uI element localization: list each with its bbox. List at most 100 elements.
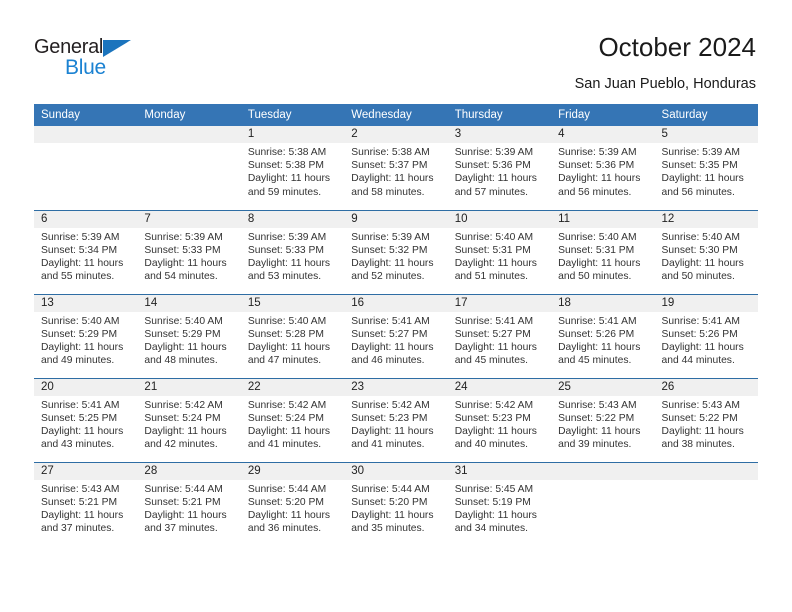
calendar-day-cell[interactable]: 15 Sunrise: 5:40 AM Sunset: 5:28 PM Dayligh… xyxy=(240,293,345,378)
day-detail-daylight2: and 43 minutes. xyxy=(41,439,115,451)
calendar-day-cell[interactable]: 20 Sunrise: 5:41 AM Sunset: 5:25 PM Dayligh… xyxy=(34,377,138,462)
calendar-page: General Blue October 2024 San Juan Puebl… xyxy=(0,0,792,612)
calendar-header-row: Sunday Monday Tuesday Wednesday Thursday… xyxy=(34,104,758,126)
calendar-day-cell[interactable]: 17 Sunrise: 5:41 AM Sunset: 5:27 PM Dayligh… xyxy=(447,293,552,378)
day-detail-sunset: Sunset: 5:19 PM xyxy=(454,496,531,508)
calendar-day-cell[interactable]: 29 Sunrise: 5:44 AM Sunset: 5:20 PM Dayligh… xyxy=(240,461,345,546)
day-detail-daylight2: and 37 minutes. xyxy=(144,523,218,535)
calendar-day-cell[interactable]: 3 Sunrise: 5:39 AM Sunset: 5:36 PM Daylight… xyxy=(447,126,552,210)
calendar-week-row: 1 Sunrise: 5:38 AM Sunset: 5:38 PM Daylight… xyxy=(34,126,758,210)
day-detail-daylight2: and 40 minutes. xyxy=(454,439,528,451)
day-cell-content: 14 Sunrise: 5:40 AM Sunset: 5:29 PM Dayligh… xyxy=(137,294,241,378)
day-detail-sunset: Sunset: 5:27 PM xyxy=(351,328,428,340)
day-number xyxy=(551,462,655,480)
day-detail-daylight1: Daylight: 11 hours xyxy=(558,173,641,185)
day-number: 24 xyxy=(447,378,552,396)
day-cell-content: 19 Sunrise: 5:41 AM Sunset: 5:26 PM Dayligh… xyxy=(654,294,758,378)
calendar-day-cell[interactable]: 30 Sunrise: 5:44 AM Sunset: 5:20 PM Dayligh… xyxy=(344,461,448,546)
calendar-day-cell[interactable]: 9 Sunrise: 5:39 AM Sunset: 5:32 PM Daylight… xyxy=(344,209,448,294)
day-detail-daylight1: Daylight: 11 hours xyxy=(144,509,227,521)
day-detail-sunrise: Sunrise: 5:41 AM xyxy=(351,315,430,327)
calendar-day-cell[interactable]: 10 Sunrise: 5:40 AM Sunset: 5:31 PM Dayligh… xyxy=(447,209,552,294)
day-details: Sunrise: 5:42 AM Sunset: 5:24 PM Daylight:… xyxy=(137,396,240,452)
day-detail-daylight2: and 34 minutes. xyxy=(454,523,528,535)
day-number: 2 xyxy=(344,126,448,143)
calendar-day-cell[interactable]: 2 Sunrise: 5:38 AM Sunset: 5:37 PM Daylight… xyxy=(344,126,448,210)
calendar-day-cell[interactable]: 19 Sunrise: 5:41 AM Sunset: 5:26 PM Dayligh… xyxy=(654,293,758,378)
calendar-day-cell xyxy=(654,461,758,546)
day-number: 6 xyxy=(34,210,138,228)
day-detail-daylight2: and 53 minutes. xyxy=(247,271,322,283)
day-number: 29 xyxy=(240,462,345,480)
day-detail-daylight2: and 55 minutes. xyxy=(41,271,115,283)
calendar-day-cell[interactable]: 14 Sunrise: 5:40 AM Sunset: 5:29 PM Dayligh… xyxy=(137,293,241,378)
day-number: 16 xyxy=(344,294,448,312)
day-details: Sunrise: 5:44 AM Sunset: 5:20 PM Daylight:… xyxy=(241,480,344,536)
day-detail-daylight2: and 46 minutes. xyxy=(351,355,425,367)
calendar-day-cell[interactable]: 25 Sunrise: 5:43 AM Sunset: 5:22 PM Dayligh… xyxy=(551,377,655,462)
day-detail-sunset: Sunset: 5:24 PM xyxy=(247,412,324,424)
calendar-day-cell[interactable]: 6 Sunrise: 5:39 AM Sunset: 5:34 PM Daylight… xyxy=(34,209,138,294)
day-detail-sunrise: Sunrise: 5:41 AM xyxy=(558,315,637,327)
day-detail-daylight2: and 44 minutes. xyxy=(661,355,735,367)
day-detail-sunset: Sunset: 5:33 PM xyxy=(247,244,324,256)
day-detail-sunrise: Sunrise: 5:41 AM xyxy=(41,399,120,411)
calendar-day-cell[interactable]: 8 Sunrise: 5:39 AM Sunset: 5:33 PM Daylight… xyxy=(240,209,345,294)
calendar-day-cell[interactable]: 24 Sunrise: 5:42 AM Sunset: 5:23 PM Dayligh… xyxy=(447,377,552,462)
day-detail-sunrise: Sunrise: 5:43 AM xyxy=(41,483,120,495)
day-cell-content: 10 Sunrise: 5:40 AM Sunset: 5:31 PM Dayligh… xyxy=(447,210,552,294)
calendar-day-cell[interactable]: 22 Sunrise: 5:42 AM Sunset: 5:24 PM Dayligh… xyxy=(240,377,345,462)
day-detail-sunrise: Sunrise: 5:39 AM xyxy=(454,147,534,158)
day-detail-sunset: Sunset: 5:26 PM xyxy=(661,328,738,340)
day-detail-sunrise: Sunrise: 5:40 AM xyxy=(144,315,223,327)
day-detail-sunrise: Sunrise: 5:43 AM xyxy=(661,399,740,411)
day-details: Sunrise: 5:40 AM Sunset: 5:29 PM Daylight:… xyxy=(34,312,137,368)
calendar-day-cell[interactable]: 13 Sunrise: 5:40 AM Sunset: 5:29 PM Dayligh… xyxy=(34,293,138,378)
calendar-day-cell[interactable]: 12 Sunrise: 5:40 AM Sunset: 5:30 PM Dayligh… xyxy=(654,209,758,294)
calendar-day-cell[interactable]: 1 Sunrise: 5:38 AM Sunset: 5:38 PM Daylight… xyxy=(240,126,345,210)
calendar-day-cell[interactable]: 21 Sunrise: 5:42 AM Sunset: 5:24 PM Dayligh… xyxy=(137,377,241,462)
day-detail-daylight1: Daylight: 11 hours xyxy=(454,509,537,521)
calendar-day-cell[interactable]: 16 Sunrise: 5:41 AM Sunset: 5:27 PM Dayligh… xyxy=(344,293,448,378)
day-detail-daylight1: Daylight: 11 hours xyxy=(41,257,124,269)
day-detail-sunrise: Sunrise: 5:44 AM xyxy=(351,483,430,495)
calendar-day-cell[interactable]: 28 Sunrise: 5:44 AM Sunset: 5:21 PM Dayligh… xyxy=(137,461,241,546)
day-detail-sunrise: Sunrise: 5:39 AM xyxy=(661,147,740,158)
day-details: Sunrise: 5:40 AM Sunset: 5:31 PM Daylight:… xyxy=(448,228,551,284)
day-detail-daylight1: Daylight: 11 hours xyxy=(351,425,434,437)
calendar-day-cell[interactable]: 7 Sunrise: 5:39 AM Sunset: 5:33 PM Daylight… xyxy=(137,209,241,294)
day-number: 17 xyxy=(447,294,552,312)
day-detail-sunset: Sunset: 5:34 PM xyxy=(41,244,118,256)
calendar-week-row: 6 Sunrise: 5:39 AM Sunset: 5:34 PM Daylight… xyxy=(34,209,758,294)
calendar-day-cell[interactable]: 4 Sunrise: 5:39 AM Sunset: 5:36 PM Daylight… xyxy=(551,126,655,210)
day-cell-content: 23 Sunrise: 5:42 AM Sunset: 5:23 PM Dayligh… xyxy=(344,378,448,462)
day-detail-sunrise: Sunrise: 5:39 AM xyxy=(558,147,637,158)
calendar-day-cell[interactable]: 11 Sunrise: 5:40 AM Sunset: 5:31 PM Dayligh… xyxy=(551,209,655,294)
calendar-day-cell[interactable]: 26 Sunrise: 5:43 AM Sunset: 5:22 PM Dayligh… xyxy=(654,377,758,462)
day-detail-sunset: Sunset: 5:23 PM xyxy=(351,412,428,424)
day-detail-sunrise: Sunrise: 5:39 AM xyxy=(351,231,430,243)
day-details: Sunrise: 5:40 AM Sunset: 5:28 PM Daylight:… xyxy=(241,312,344,368)
weekday-header-wednesday: Wednesday xyxy=(344,104,448,126)
day-cell-content: 9 Sunrise: 5:39 AM Sunset: 5:32 PM Daylight… xyxy=(344,210,448,294)
calendar-grid: Sunday Monday Tuesday Wednesday Thursday… xyxy=(34,104,758,546)
day-detail-sunset: Sunset: 5:29 PM xyxy=(41,328,118,340)
day-cell-content: 2 Sunrise: 5:38 AM Sunset: 5:37 PM Daylight… xyxy=(344,126,448,209)
calendar-day-cell[interactable]: 23 Sunrise: 5:42 AM Sunset: 5:23 PM Dayligh… xyxy=(344,377,448,462)
calendar-day-cell[interactable]: 18 Sunrise: 5:41 AM Sunset: 5:26 PM Dayligh… xyxy=(551,293,655,378)
day-detail-sunrise: Sunrise: 5:41 AM xyxy=(661,315,740,327)
day-detail-daylight1: Daylight: 11 hours xyxy=(144,425,227,437)
day-details: Sunrise: 5:39 AM Sunset: 5:34 PM Daylight:… xyxy=(34,228,137,284)
day-detail-sunrise: Sunrise: 5:44 AM xyxy=(247,483,327,495)
day-cell-content: 8 Sunrise: 5:39 AM Sunset: 5:33 PM Daylight… xyxy=(240,210,345,294)
day-details: Sunrise: 5:43 AM Sunset: 5:22 PM Daylight:… xyxy=(551,396,654,452)
day-detail-sunset: Sunset: 5:32 PM xyxy=(351,244,428,256)
calendar-day-cell[interactable]: 31 Sunrise: 5:45 AM Sunset: 5:19 PM Dayligh… xyxy=(447,461,552,546)
calendar-day-cell[interactable]: 5 Sunrise: 5:39 AM Sunset: 5:35 PM Daylight… xyxy=(654,126,758,210)
day-detail-sunrise: Sunrise: 5:38 AM xyxy=(247,147,327,158)
day-number: 31 xyxy=(447,462,552,480)
calendar-day-cell[interactable]: 27 Sunrise: 5:43 AM Sunset: 5:21 PM Dayligh… xyxy=(34,461,138,546)
day-detail-sunset: Sunset: 5:31 PM xyxy=(558,244,635,256)
day-detail-daylight2: and 35 minutes. xyxy=(351,523,425,535)
day-detail-sunrise: Sunrise: 5:42 AM xyxy=(144,399,223,411)
